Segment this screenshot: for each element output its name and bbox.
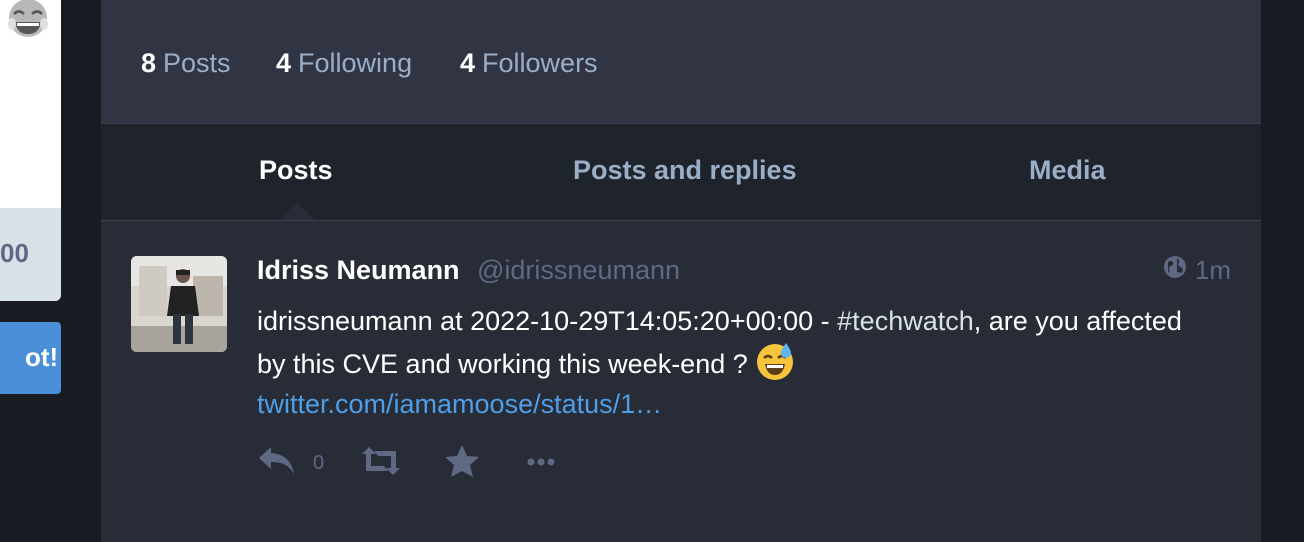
followers-count: 4 — [460, 48, 476, 78]
laughing-emoji-icon — [6, 0, 50, 40]
following-label: Following — [298, 48, 413, 78]
account-tabs: Posts Posts and replies Media — [101, 124, 1261, 221]
publish-button-label: ot! — [25, 342, 59, 372]
status-item[interactable]: Idriss Neumann @idrissneumann 1m idrissn… — [101, 221, 1261, 517]
posts-counter[interactable]: 8 Posts — [141, 47, 231, 79]
followers-counter[interactable]: 4 Followers — [460, 47, 598, 79]
next-status-area — [101, 516, 1261, 542]
status-actions: 0 — [257, 443, 556, 483]
sweat-smile-emoji-icon — [755, 341, 795, 381]
followers-label: Followers — [482, 48, 598, 78]
tab-posts-and-replies[interactable]: Posts and replies — [573, 155, 797, 186]
status-text-start: idrissneumann at 2022-10-29T14:05:20+00:… — [257, 306, 838, 336]
boost-icon — [360, 446, 402, 481]
reply-button[interactable]: 0 — [257, 444, 324, 483]
status-content: idrissneumann at 2022-10-29T14:05:20+00:… — [257, 301, 1217, 424]
ellipsis-icon — [526, 454, 556, 472]
tab-media[interactable]: Media — [1029, 155, 1106, 186]
favourite-button[interactable] — [444, 444, 480, 483]
hashtag-link[interactable]: #techwatch — [837, 306, 974, 336]
more-button[interactable] — [526, 454, 556, 472]
following-counter[interactable]: 4 Following — [276, 47, 412, 79]
avatar[interactable] — [131, 256, 227, 352]
following-count: 4 — [276, 48, 292, 78]
status-meta: 1m — [1163, 255, 1231, 286]
posts-count: 8 — [141, 48, 157, 78]
active-tab-indicator — [279, 202, 315, 220]
display-name[interactable]: Idriss Neumann — [257, 255, 460, 286]
left-sidebar-card: 00 — [0, 0, 61, 301]
status-link[interactable]: twitter.com/iamamoose/status/1… — [257, 384, 1217, 424]
relative-time[interactable]: 1m — [1195, 255, 1231, 286]
boost-button[interactable] — [360, 446, 402, 481]
tab-posts[interactable]: Posts — [259, 155, 333, 186]
account-handle[interactable]: @idrissneumann — [477, 255, 680, 286]
star-icon — [444, 444, 480, 483]
globe-icon — [1163, 255, 1187, 286]
sidebar-strip-text: 00 — [0, 238, 29, 268]
reply-icon — [257, 444, 297, 483]
posts-label: Posts — [163, 48, 231, 78]
account-column: 8 Posts 4 Following 4 Followers Posts Posts… — [101, 0, 1261, 542]
reply-count: 0 — [313, 451, 325, 474]
publish-button[interactable]: ot! — [0, 322, 61, 394]
account-counters: 8 Posts 4 Following 4 Followers — [101, 0, 1261, 124]
